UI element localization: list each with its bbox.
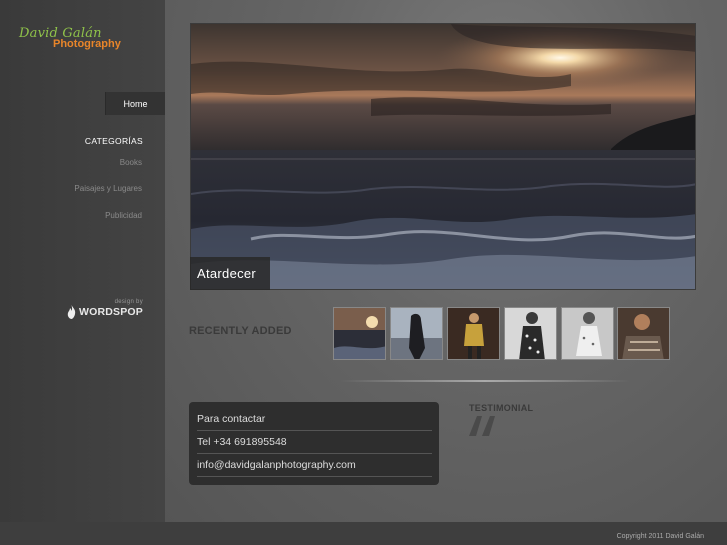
- woman-white-dress-thumb-image: [562, 308, 613, 359]
- thumbnail-woman-white[interactable]: [561, 307, 614, 360]
- design-credit-brand: WORDSPOP: [78, 306, 143, 318]
- site-logo[interactable]: David Galán Photography: [19, 26, 121, 50]
- quote-mark-icon: [469, 416, 495, 436]
- thumbnail-sunset[interactable]: [333, 307, 386, 360]
- recently-added-heading: RECENTLY ADDED: [189, 325, 292, 337]
- thumbnail-woman-coat[interactable]: [390, 307, 443, 360]
- category-books[interactable]: Books: [120, 158, 142, 167]
- nav-home[interactable]: Home: [105, 92, 165, 115]
- category-publicidad[interactable]: Publicidad: [105, 211, 142, 220]
- sidebar: David Galán Photography Home CATEGORÍAS …: [0, 0, 165, 522]
- thumbnail-woman-gold[interactable]: [447, 307, 500, 360]
- thumbnail-woman-patterned[interactable]: [617, 307, 670, 360]
- hero-caption: Atardecer: [190, 257, 270, 290]
- copyright: Copyright 2011 David Galán: [616, 533, 704, 540]
- section-divider: [340, 380, 630, 382]
- categories-heading: CATEGORÍAS: [84, 136, 143, 146]
- contact-box: Para contactar Tel +34 691895548 info@da…: [189, 402, 439, 485]
- contact-phone: Tel +34 691895548: [197, 431, 432, 454]
- wordspop-flame-icon: [67, 305, 76, 319]
- contact-title: Para contactar: [197, 408, 432, 431]
- contact-email[interactable]: info@davidgalanphotography.com: [197, 454, 432, 477]
- hero-slideshow[interactable]: [190, 23, 696, 290]
- hero-sunset-image: [191, 24, 695, 289]
- woman-patterned-top-thumb-image: [618, 308, 669, 359]
- logo-subtitle: Photography: [53, 38, 121, 50]
- testimonial-heading: TESTIMONIAL: [469, 403, 534, 413]
- woman-dark-coat-thumb-image: [391, 308, 442, 359]
- woman-polka-dress-thumb-image: [505, 308, 556, 359]
- woman-gold-dress-thumb-image: [448, 308, 499, 359]
- sunset-sea-thumb-image: [334, 308, 385, 359]
- thumbnail-woman-polka[interactable]: [504, 307, 557, 360]
- design-credit[interactable]: design by WORDSPOP: [67, 299, 143, 319]
- category-paisajes[interactable]: Paisajes y Lugares: [74, 184, 142, 193]
